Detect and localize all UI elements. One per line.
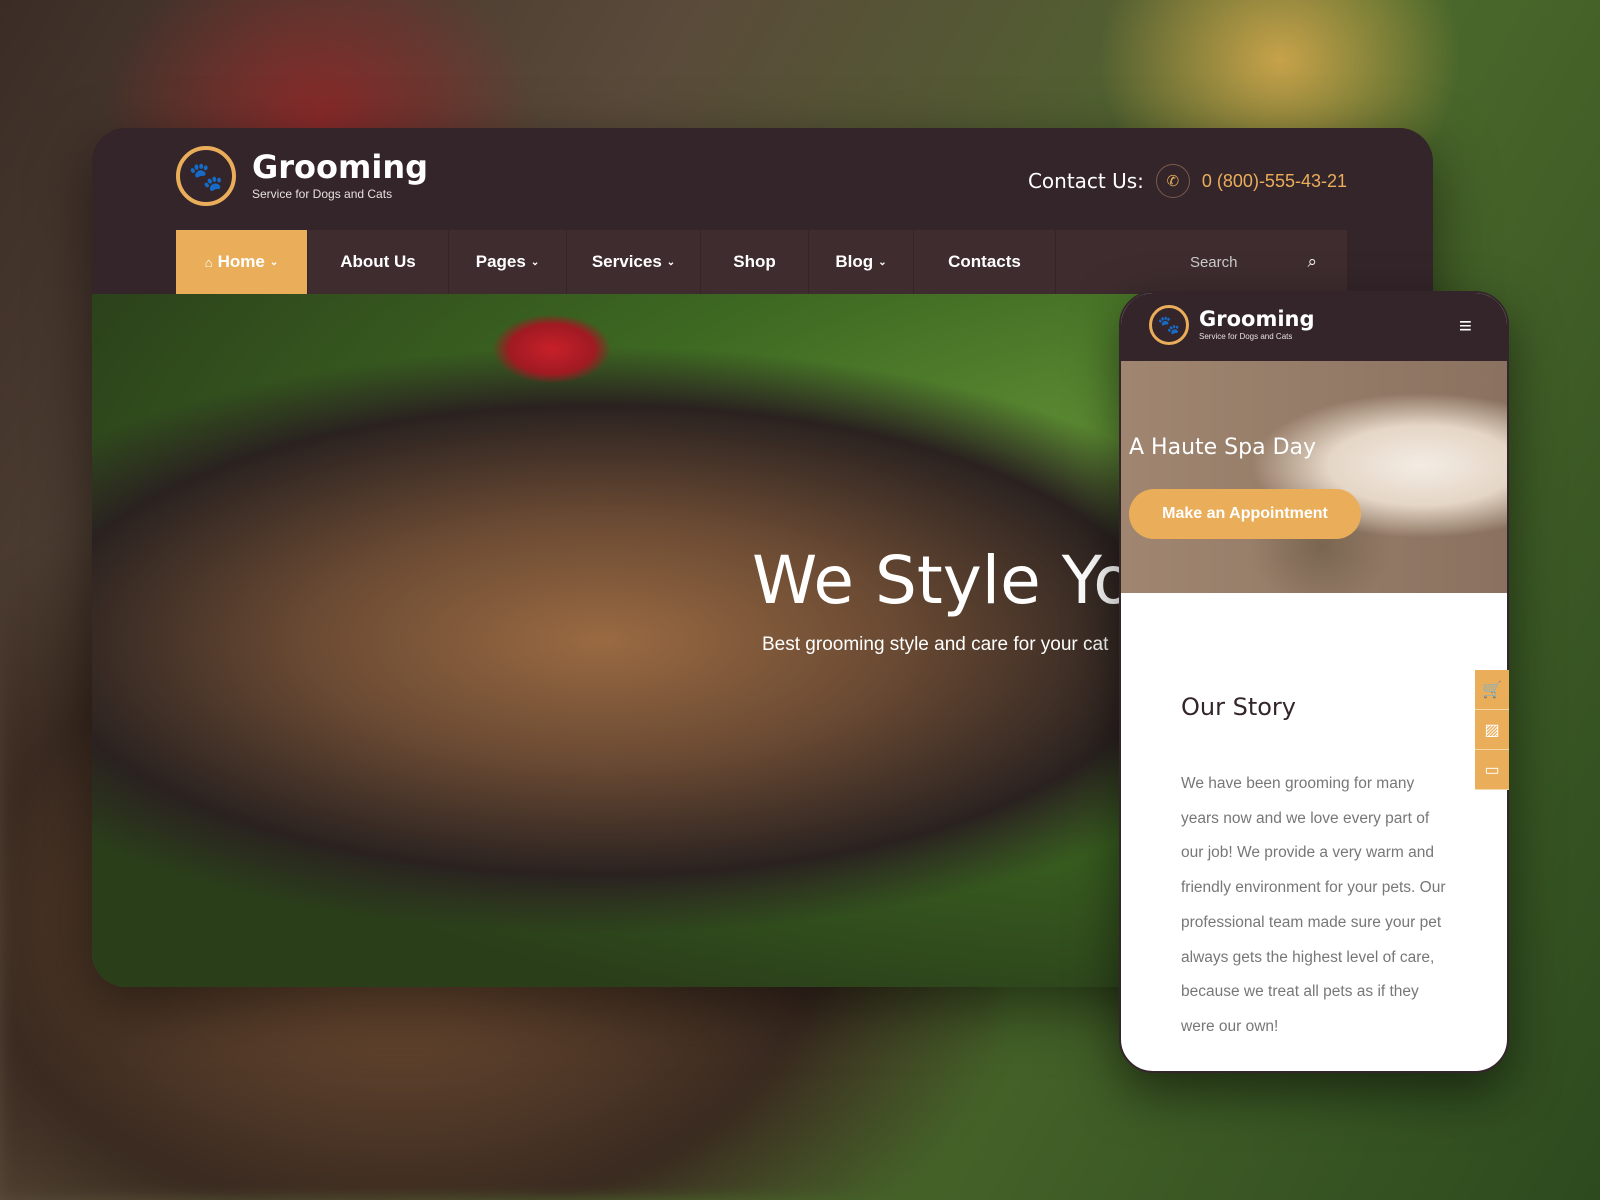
chevron-down-icon: ⌄ <box>666 256 676 268</box>
brand-name: Grooming <box>252 148 429 186</box>
our-story-section: Our Story We have been grooming for many… <box>1121 593 1507 1045</box>
phone-icon: ✆ <box>1155 164 1190 198</box>
search-box[interactable]: Search ⌕ <box>1056 230 1347 294</box>
hero-subtitle: Best grooming style and care for your ca… <box>762 634 1109 655</box>
mobile-hero-title: A Haute Spa Day <box>1129 435 1317 460</box>
chevron-down-icon: ⌄ <box>269 256 279 268</box>
paw-icon: 🐾 <box>176 146 236 206</box>
site-header: 🐾 Grooming Service for Dogs and Cats Con… <box>92 128 1433 294</box>
side-toolbar: 🛒 ▨ ▭ <box>1475 670 1509 790</box>
gallery-icon[interactable]: ▨ <box>1475 710 1509 750</box>
contact-info: Contact Us: ✆ 0 (800)-555-43-21 <box>1028 164 1347 198</box>
nav-blog[interactable]: Blog ⌄ <box>809 230 914 294</box>
brand-tagline: Service for Dogs and Cats <box>1199 332 1293 341</box>
mobile-hero: A Haute Spa Day Make an Appointment <box>1121 361 1507 593</box>
nav-label: Services <box>591 252 662 271</box>
dog-photo <box>492 314 612 384</box>
make-appointment-button[interactable]: Make an Appointment <box>1129 489 1361 539</box>
search-input[interactable]: Search <box>1190 254 1238 271</box>
contact-label: Contact Us: <box>1027 169 1144 193</box>
search-icon[interactable]: ⌕ <box>1307 252 1317 272</box>
nav-label: Home <box>217 252 265 271</box>
chevron-down-icon: ⌄ <box>530 256 540 268</box>
logo[interactable]: 🐾 Grooming Service for Dogs and Cats <box>176 146 428 206</box>
paw-icon: 🐾 <box>1149 305 1189 345</box>
nav-about-us[interactable]: About Us <box>308 230 449 294</box>
cart-icon[interactable]: 🛒 <box>1475 670 1509 710</box>
nav-label: Contacts <box>948 252 1021 271</box>
mobile-mockup: 🐾 Grooming Service for Dogs and Cats ≡ A… <box>1119 291 1509 1073</box>
hero-title: We Style Yo <box>752 542 1134 619</box>
brand-name: Grooming <box>1199 307 1315 331</box>
mobile-header: 🐾 Grooming Service for Dogs and Cats ≡ <box>1121 293 1507 361</box>
nav-home[interactable]: ⌂ Home ⌄ <box>176 230 308 294</box>
window-icon[interactable]: ▭ <box>1475 750 1509 790</box>
mobile-logo[interactable]: 🐾 Grooming Service for Dogs and Cats <box>1149 305 1315 345</box>
nav-shop[interactable]: Shop <box>701 230 809 294</box>
story-title: Our Story <box>1181 693 1296 721</box>
home-icon: ⌂ <box>204 254 213 270</box>
nav-contacts[interactable]: Contacts <box>914 230 1056 294</box>
brand-tagline: Service for Dogs and Cats <box>252 187 393 201</box>
hamburger-menu-icon[interactable]: ≡ <box>1459 315 1479 337</box>
nav-services[interactable]: Services ⌄ <box>567 230 701 294</box>
nav-label: Shop <box>733 252 776 271</box>
story-text: We have been grooming for many years now… <box>1181 775 1446 1035</box>
nav-pages[interactable]: Pages ⌄ <box>449 230 567 294</box>
nav-label: Pages <box>475 252 526 271</box>
chevron-down-icon: ⌄ <box>878 256 887 268</box>
phone-number[interactable]: 0 (800)-555-43-21 <box>1202 171 1347 192</box>
nav-label: Blog <box>835 252 874 271</box>
nav-label: About Us <box>340 252 416 271</box>
main-nav: ⌂ Home ⌄ About Us Pages ⌄ Services ⌄ Shop Bl… <box>176 230 1347 294</box>
